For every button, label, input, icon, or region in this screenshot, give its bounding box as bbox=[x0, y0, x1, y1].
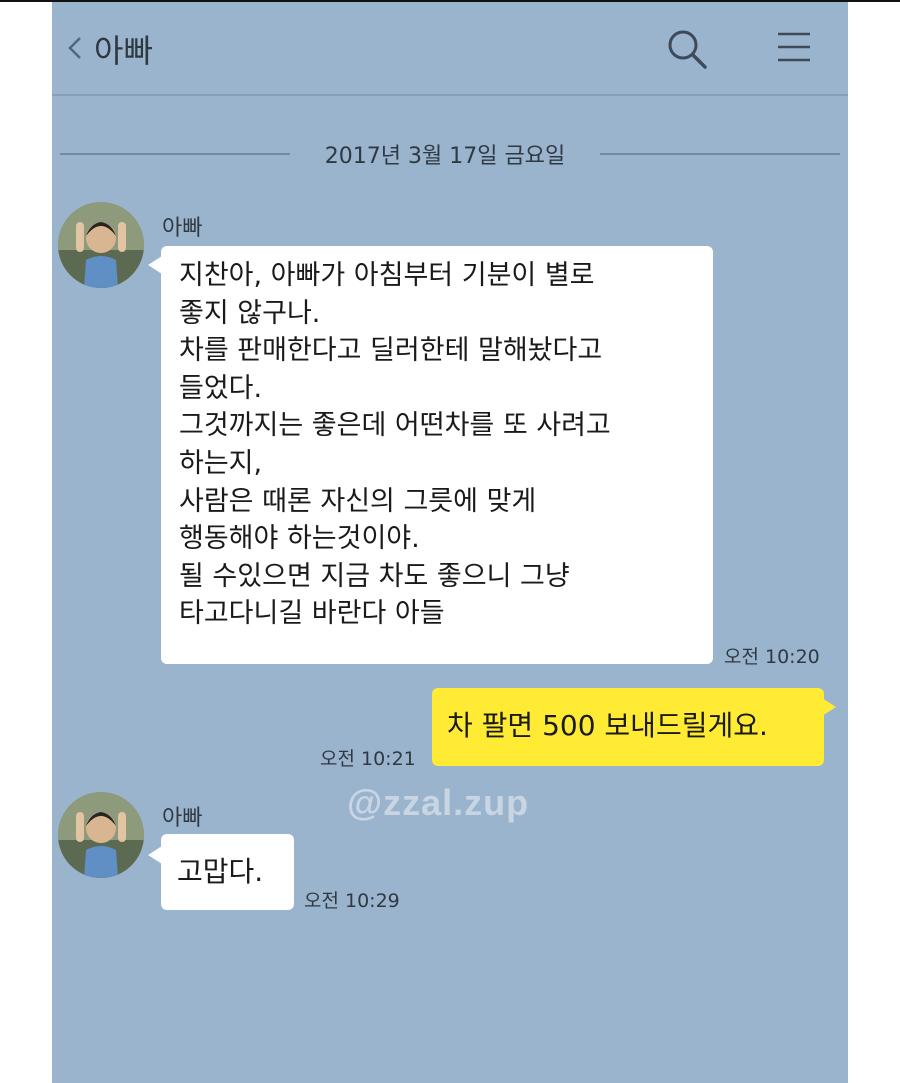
chat-title[interactable]: 아빠 bbox=[94, 26, 153, 72]
message-line: 좋지 않구나. bbox=[179, 297, 321, 329]
date-divider-line-left bbox=[60, 153, 290, 155]
menu-icon[interactable] bbox=[774, 28, 814, 68]
message-line: 지찬아, 아빠가 아침부터 기분이 별로 bbox=[179, 260, 595, 291]
message-time: 오전 10:20 bbox=[724, 646, 820, 668]
message-line: 그것까지는 좋은데 어떤차를 또 사려고 bbox=[179, 410, 611, 442]
watermark: @zzal.zup bbox=[347, 782, 530, 823]
message-line: 사람은 때론 자신의 그릇에 맞게 bbox=[179, 485, 537, 517]
bubble-tail bbox=[148, 846, 162, 864]
avatar-photo-icon bbox=[58, 202, 144, 288]
avatar-photo-icon bbox=[58, 792, 144, 878]
header-divider bbox=[52, 94, 848, 96]
sender-name: 아빠 bbox=[162, 216, 203, 241]
message-line: 하는지, bbox=[179, 447, 263, 479]
message-line: 들었다. bbox=[179, 372, 263, 404]
date-divider-line-right bbox=[600, 153, 840, 155]
bubble-tail bbox=[148, 256, 162, 274]
date-divider-text: 2017년 3월 17일 금요일 bbox=[324, 144, 566, 169]
message-line: 차를 판매한다고 딜러한테 말해놨다고 bbox=[179, 335, 603, 367]
avatar-dad[interactable] bbox=[58, 202, 144, 288]
search-icon[interactable] bbox=[664, 26, 710, 72]
message-text: 고맙다. bbox=[177, 855, 264, 888]
message-bubble-1[interactable]: 지찬아, 아빠가 아침부터 기분이 별로 좋지 않구나. 차를 판매한다고 딜러… bbox=[161, 246, 713, 664]
message-time: 오전 10:21 bbox=[320, 748, 416, 770]
sender-name: 아빠 bbox=[162, 806, 203, 831]
back-chevron-icon[interactable] bbox=[64, 30, 86, 66]
chat-screen: 아빠 2017년 3월 17일 금요일 아빠 지찬아, 아빠가 아침부터 기분이… bbox=[52, 2, 848, 1083]
date-divider: 2017년 3월 17일 금요일 bbox=[60, 136, 840, 172]
message-line: 될 수있으면 지금 차도 좋으니 그냥 bbox=[179, 560, 570, 592]
bubble-tail bbox=[822, 698, 836, 716]
message-text: 차 팔면 500 보내드릴게요. bbox=[447, 709, 768, 742]
message-line: 행동해야 하는것이야. bbox=[179, 523, 420, 555]
message-bubble-3[interactable]: 고맙다. bbox=[161, 834, 294, 910]
message-bubble-2[interactable]: 차 팔면 500 보내드릴게요. bbox=[432, 688, 824, 766]
avatar-dad[interactable] bbox=[58, 792, 144, 878]
chat-header: 아빠 bbox=[52, 2, 848, 94]
message-time: 오전 10:29 bbox=[304, 890, 400, 912]
message-line: 타고다니길 바란다 아들 bbox=[179, 598, 445, 630]
